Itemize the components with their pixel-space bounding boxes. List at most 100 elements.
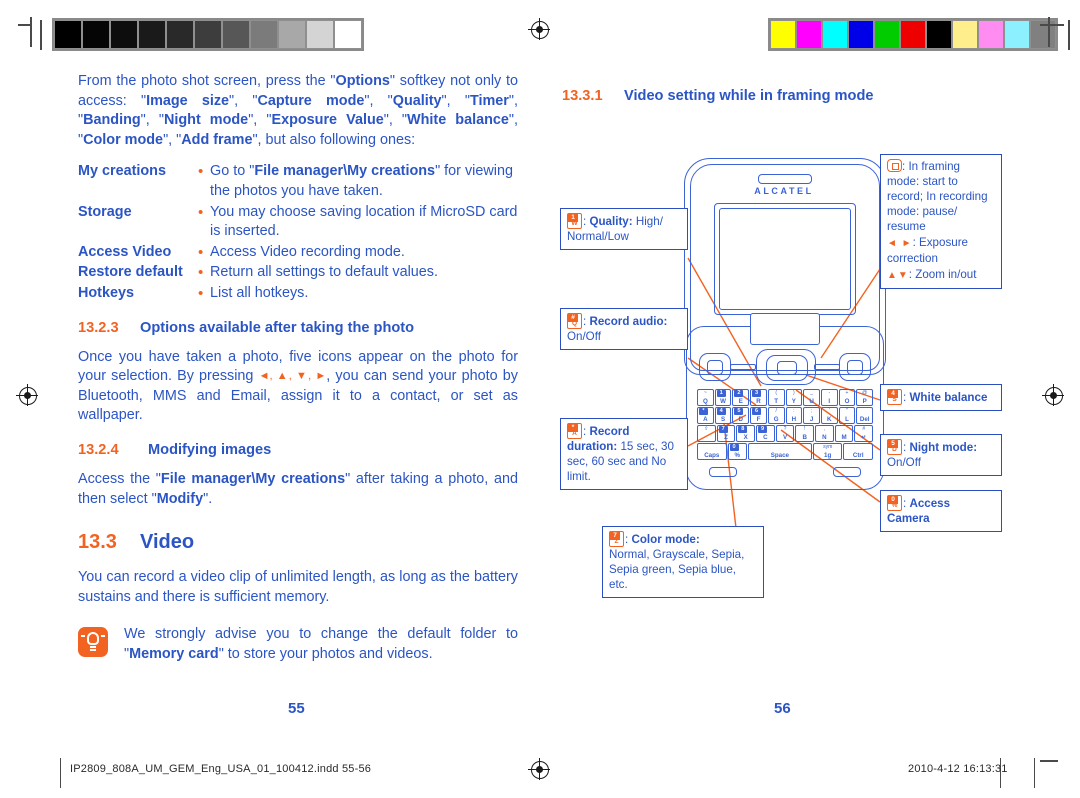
key-⇧[interactable]: ⇧ [697, 425, 716, 442]
heading-number: 13.3 [78, 531, 117, 554]
key-x[interactable]: 8X [736, 425, 756, 442]
key-q[interactable]: ~ Q [697, 389, 714, 406]
key-h[interactable]: :H [785, 407, 803, 424]
key-space[interactable]: Space [747, 443, 812, 460]
callout-navigation-keys: : In framing mode: start to record; In r… [880, 154, 1002, 289]
key-u[interactable]: _ U [803, 389, 820, 406]
heading-title: Modifying images [148, 441, 272, 458]
key-1-w-icon: 1 W [567, 213, 582, 229]
key-letter: N [822, 434, 827, 441]
key-caps[interactable]: Caps [697, 443, 727, 460]
key-symbol: 1 [716, 390, 726, 397]
paragraph-13-3: You can record a video clip of unlimited… [78, 569, 518, 605]
para-bold-1: File manager\My creations [160, 470, 346, 487]
key-↵[interactable]: # ↵ [854, 425, 874, 442]
key-w[interactable]: 1W [714, 389, 732, 406]
term-options: Options [335, 73, 390, 89]
registration-tick [40, 19, 42, 50]
key-s[interactable]: 4S [714, 407, 732, 424]
key-symbol: " [846, 408, 848, 414]
key-c[interactable]: 9C [756, 425, 775, 442]
color-swatch [822, 20, 848, 49]
key-g[interactable]: / G [767, 407, 785, 424]
dpad-ok-key[interactable] [756, 349, 816, 385]
key-z[interactable]: 7Z [716, 425, 736, 442]
key-letter: R [756, 398, 761, 405]
key-hash-q-icon: # Q [567, 313, 582, 329]
key-letter: K [827, 416, 832, 423]
key-e[interactable]: 2E [732, 389, 750, 406]
key-j[interactable]: ; J [803, 407, 820, 424]
key-symbol: 8 [738, 426, 748, 433]
key-bottom-label: W [571, 220, 578, 227]
key-symbol: 3 [752, 390, 762, 397]
key-r[interactable]: 3R [750, 389, 767, 406]
key-p[interactable]: @ P [856, 389, 874, 406]
left-softkey[interactable] [699, 353, 731, 381]
key-b[interactable]: ! B [795, 425, 815, 442]
callout-title: Color mode: [631, 533, 700, 546]
key-letter: Q [702, 398, 708, 405]
heading-number: 13.2.3 [78, 319, 119, 336]
heading-number: 13.3.1 [562, 88, 603, 104]
key-v[interactable]: ? V [775, 425, 795, 442]
key-ctrl[interactable]: Ctrl [843, 443, 874, 460]
key-0-percent-icon: 0 % [887, 495, 902, 511]
ok-key-text: : In framing mode: start to record; In r… [887, 160, 988, 233]
key-%[interactable]: 0% [727, 443, 747, 460]
key-a[interactable]: * A [697, 407, 714, 424]
key-letter: ↵ [861, 434, 867, 441]
grayscale-swatch [306, 20, 334, 49]
key-symbol: _ [810, 390, 813, 396]
callout-value: On/Off [887, 456, 921, 469]
color-swatch [1004, 20, 1030, 49]
phone-illustration: ALCATEL ~ Q 1 W 2 E 3 R(T) Y _ U - I + O @ P * A 4 S 5 D 6 F / G: H… [684, 158, 886, 490]
key-letter: G [773, 416, 779, 423]
ok-key-icon [887, 159, 902, 172]
key-letter: I [828, 398, 831, 405]
key-y[interactable]: ) Y [785, 389, 803, 406]
definition-bold: File manager\My creations [254, 163, 436, 180]
ok-key-row: : In framing mode: start to record; In r… [887, 159, 995, 234]
definition-description: Return all settings to default values. [210, 264, 438, 281]
grayscale-swatch [110, 20, 138, 49]
key-letter: D [738, 416, 743, 423]
key-7-z-icon: 7 Z [609, 531, 624, 547]
key-k[interactable]: ' K [820, 407, 838, 424]
zoom-row: ▲▼: Zoom in/out [887, 267, 995, 283]
key-1g[interactable]: sym 1g [812, 443, 843, 460]
right-softkey[interactable] [839, 353, 871, 381]
callout-white-balance: 4 S : White balance [880, 384, 1002, 411]
page-number-left: 55 [288, 700, 305, 717]
term-capture-mode: Capture mode [257, 92, 365, 109]
key-del[interactable]: Del [856, 407, 874, 424]
key-i[interactable]: -I [820, 389, 838, 406]
callout-value: On/Off [567, 330, 601, 343]
registration-crosshair-bottom [528, 758, 550, 780]
key-symbol: 5 [734, 408, 744, 415]
grayscale-swatch [278, 20, 306, 49]
phone-keypad[interactable]: ~ Q 1 W 2 E 3 R(T) Y _ U - I + O @ P * A 4 S 5 D 6 F / G: H; J ' K " L De… [697, 389, 874, 465]
key-n[interactable]: ,N [815, 425, 834, 442]
keypad-row: ~ Q 1 W 2 E 3 R(T) Y _ U - I + O @ P [697, 389, 874, 406]
tip-post: " to store your photos and videos. [218, 645, 433, 662]
key-m[interactable]: .M [834, 425, 854, 442]
phone-hinge [750, 313, 820, 345]
term-night-mode: Night mode [163, 112, 249, 129]
callout-title: Quality: [589, 215, 633, 228]
key-symbol: ⇧ [704, 426, 709, 432]
corner-mark [1048, 17, 1050, 47]
key-letter: Z [724, 434, 728, 441]
key-d[interactable]: 5D [732, 407, 750, 424]
key-symbol: ( [775, 390, 777, 396]
definition-row: Hotkeys • List all hotkeys. [78, 284, 518, 304]
phone-lower-shell: ~ Q 1 W 2 E 3 R(T) Y _ U - I + O @ P * A 4 S 5 D 6 F / G: H; J ' K " L De… [686, 326, 884, 490]
key-f[interactable]: 6F [750, 407, 767, 424]
key-t[interactable]: (T [767, 389, 785, 406]
footer-timestamp: 2010-4-12 16:13:31 [908, 763, 1008, 775]
color-swatch [900, 20, 926, 49]
key-letter: V [782, 434, 788, 441]
key-o[interactable]: + O [838, 389, 856, 406]
key-l[interactable]: " L [838, 407, 856, 424]
phone-brand-label: ALCATEL [754, 186, 814, 196]
